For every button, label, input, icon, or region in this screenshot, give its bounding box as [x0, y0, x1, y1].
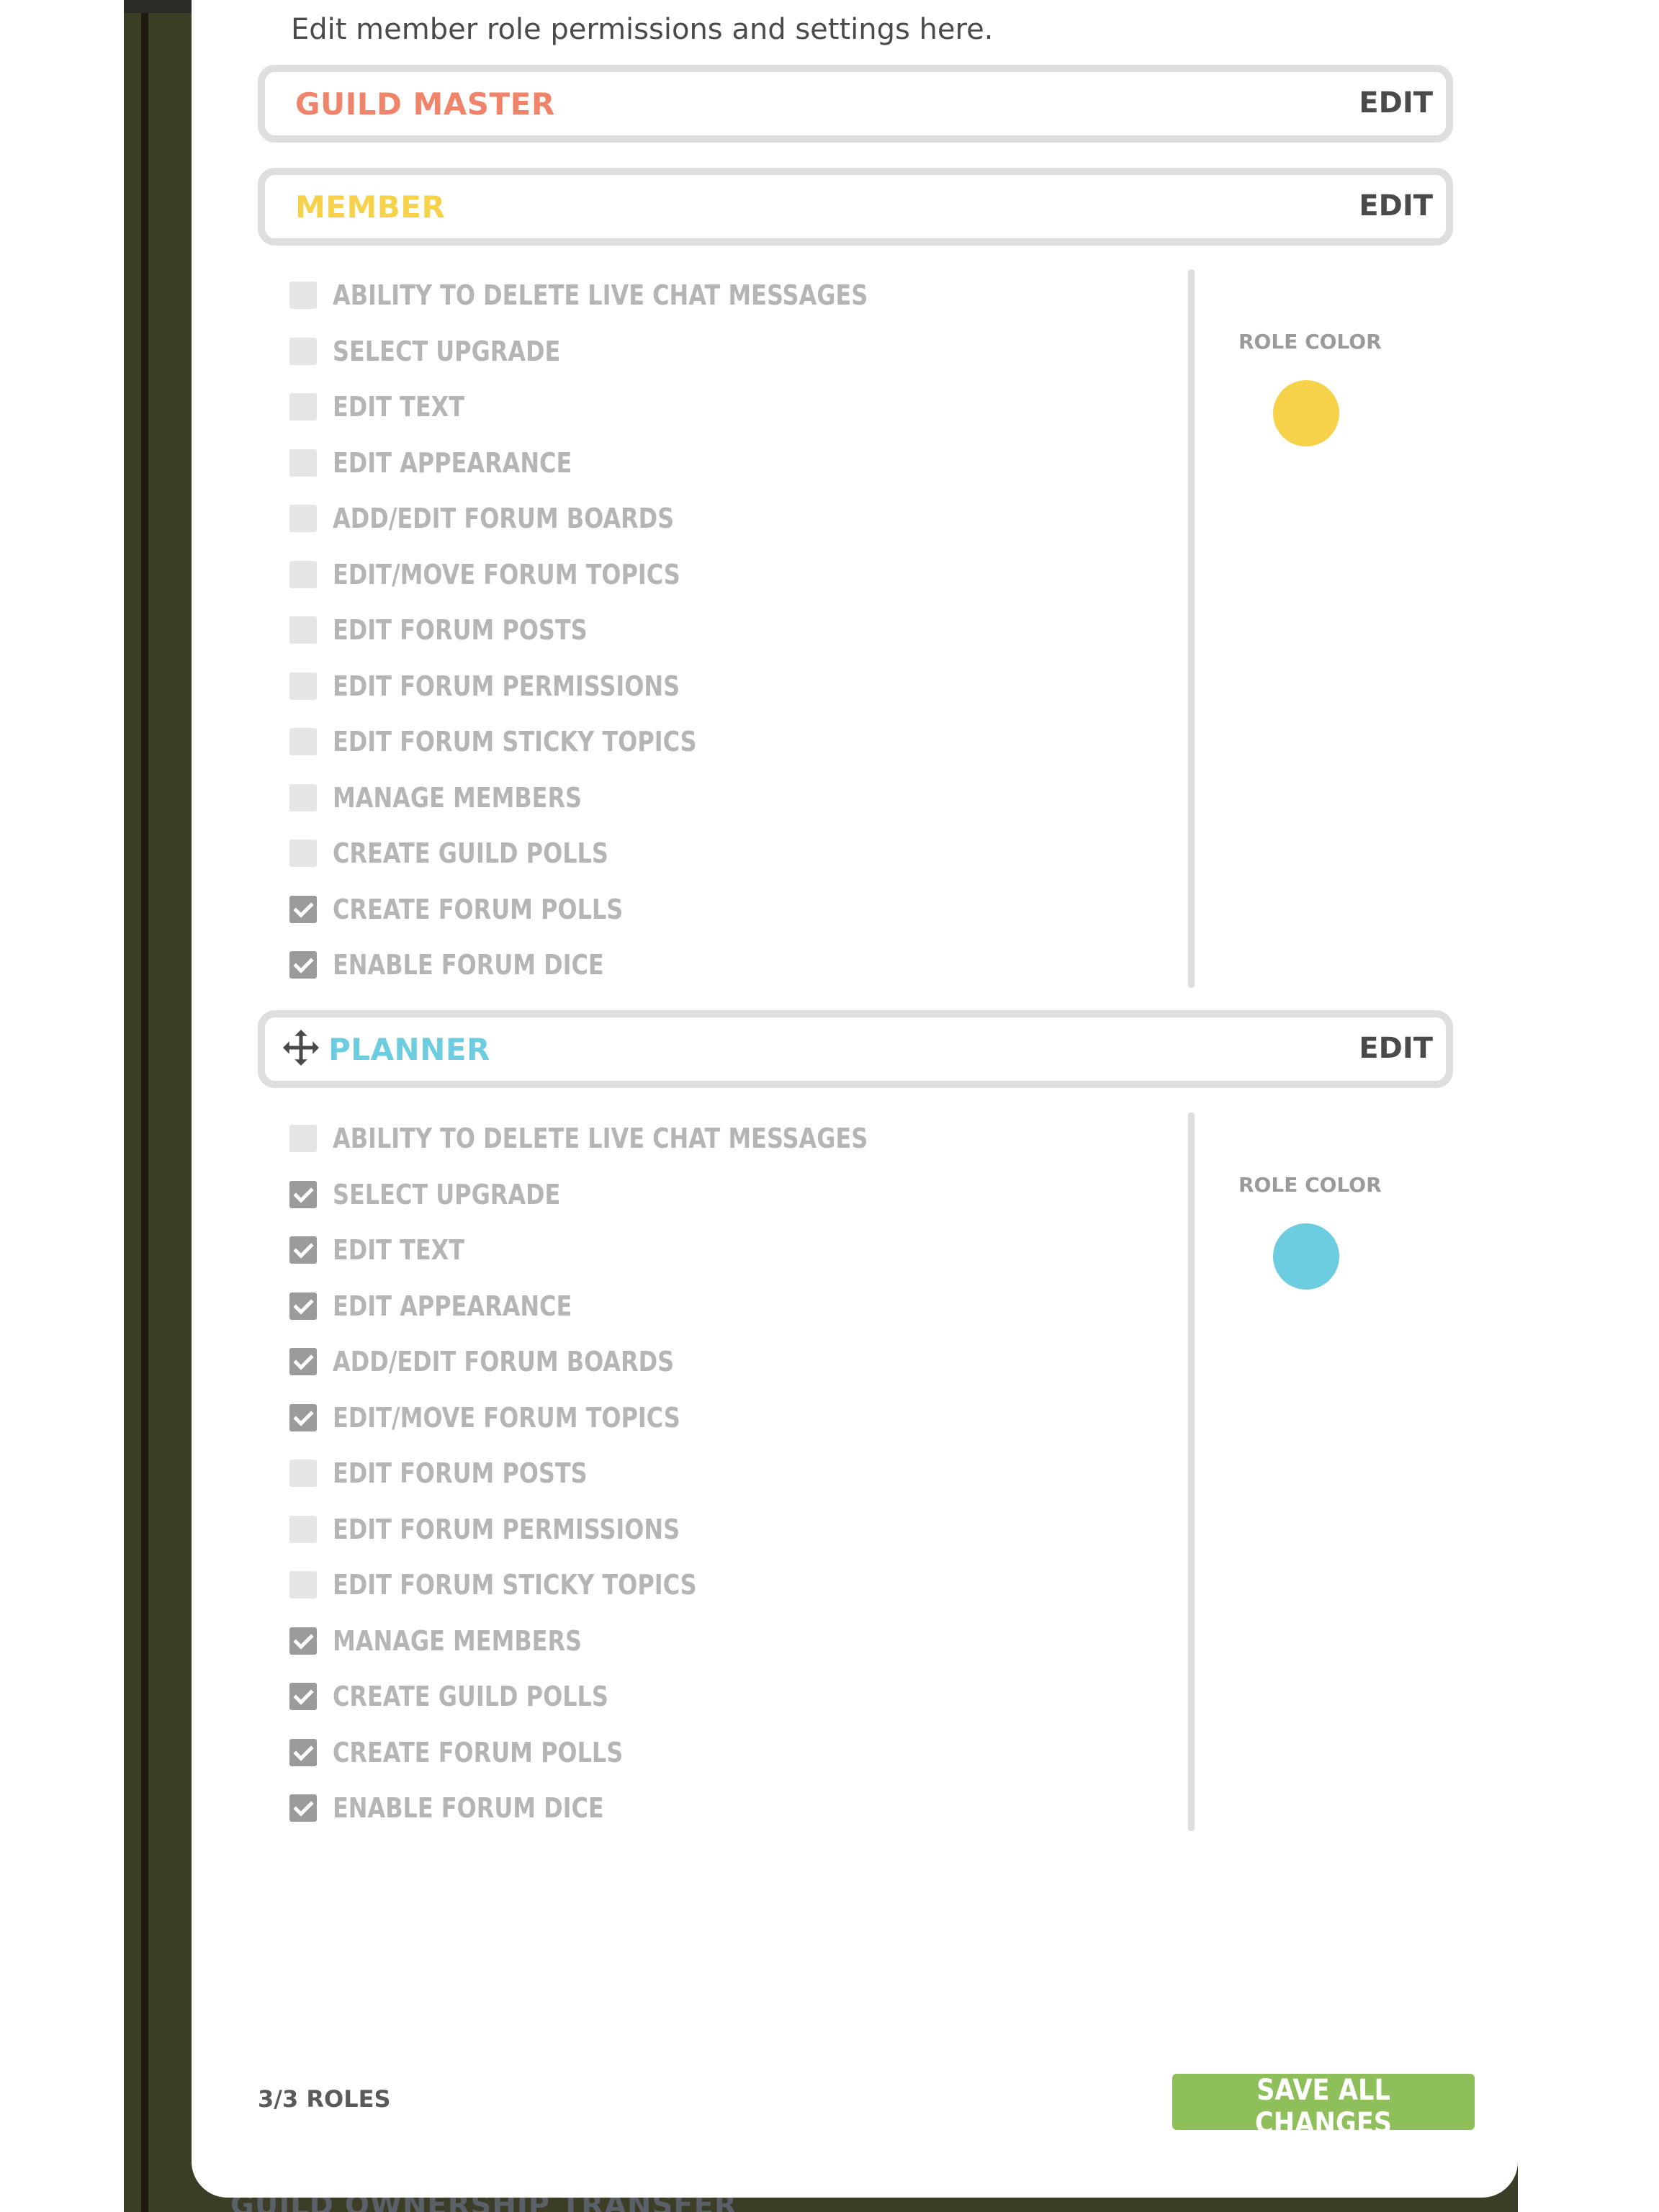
permission-checkbox[interactable] [289, 895, 317, 923]
permission-label: EDIT TEXT [333, 1234, 465, 1266]
permission-item[interactable]: ABILITY TO DELETE LIVE CHAT MESSAGES [289, 279, 970, 311]
permission-item[interactable]: ENABLE FORUM DICE [289, 1792, 656, 1824]
permission-label: ADD/EDIT FORUM BOARDS [333, 503, 675, 534]
permission-label: EDIT FORUM PERMISSIONS [333, 670, 680, 702]
role-color-label: ROLE COLOR [1238, 330, 1382, 354]
permission-item[interactable]: EDIT FORUM STICKY TOPICS [289, 1569, 766, 1601]
permission-item[interactable]: MANAGE MEMBERS [289, 782, 629, 814]
permission-label: SELECT UPGRADE [333, 335, 561, 367]
permission-checkbox[interactable] [289, 1627, 317, 1655]
permission-item[interactable]: CREATE FORUM POLLS [289, 894, 678, 925]
permission-label: ENABLE FORUM DICE [333, 1792, 604, 1824]
permission-checkbox[interactable] [289, 616, 317, 644]
permission-label: CREATE GUILD POLLS [333, 1681, 608, 1712]
permission-item[interactable]: EDIT TEXT [289, 1234, 490, 1266]
permission-label: MANAGE MEMBERS [333, 781, 583, 814]
permission-label: ABILITY TO DELETE LIVE CHAT MESSAGES [333, 279, 868, 311]
role-color-label: ROLE COLOR [1238, 1173, 1382, 1197]
edit-role-button[interactable]: EDIT [1359, 86, 1433, 120]
permission-label: EDIT APPEARANCE [333, 1290, 572, 1322]
permission-label: EDIT APPEARANCE [333, 446, 572, 479]
permission-checkbox[interactable] [289, 505, 317, 532]
role-bar-planner[interactable]: PLANNER EDIT [258, 1010, 1453, 1088]
permission-item[interactable]: CREATE GUILD POLLS [289, 837, 661, 869]
permission-item[interactable]: EDIT FORUM PERMISSIONS [289, 670, 746, 702]
role-name: PLANNER [328, 1032, 490, 1067]
permission-label: CREATE GUILD POLLS [333, 837, 608, 869]
permission-item[interactable]: ABILITY TO DELETE LIVE CHAT MESSAGES [289, 1123, 970, 1154]
permission-label: EDIT/MOVE FORUM TOPICS [333, 558, 680, 590]
permission-label: EDIT FORUM PERMISSIONS [333, 1513, 680, 1545]
permission-item[interactable]: SELECT UPGRADE [289, 336, 604, 367]
permission-label: EDIT FORUM STICKY TOPICS [333, 1569, 697, 1601]
permission-checkbox[interactable] [289, 1348, 317, 1375]
permission-label: ABILITY TO DELETE LIVE CHAT MESSAGES [333, 1123, 868, 1154]
permission-label: EDIT TEXT [333, 391, 465, 423]
permission-label: EDIT FORUM POSTS [333, 614, 588, 646]
permission-checkbox[interactable] [289, 1180, 317, 1208]
panel-divider [1188, 269, 1195, 988]
backdrop-stripe [141, 0, 148, 2212]
permission-item[interactable]: EDIT APPEARANCE [289, 1290, 618, 1322]
roles-count: 3/3 ROLES [258, 2085, 391, 2113]
modal-subtitle: Edit member role permissions and setting… [291, 13, 994, 46]
role-color-swatch[interactable] [1273, 1223, 1339, 1290]
permission-label: EDIT FORUM POSTS [333, 1457, 588, 1489]
save-all-changes-label: SAVE ALL CHANGES [1254, 2074, 1393, 2140]
panel-divider [1188, 1112, 1195, 1831]
permission-checkbox[interactable] [289, 1794, 317, 1822]
permission-label: MANAGE MEMBERS [333, 1624, 583, 1657]
edit-role-button[interactable]: EDIT [1359, 189, 1433, 222]
permission-checkbox[interactable] [289, 560, 317, 588]
permission-item[interactable]: SELECT UPGRADE [289, 1179, 604, 1210]
permission-checkbox[interactable] [289, 672, 317, 700]
permission-checkbox[interactable] [289, 1738, 317, 1766]
role-name: MEMBER [295, 189, 446, 225]
permission-item[interactable]: ENABLE FORUM DICE [289, 949, 656, 981]
permission-item[interactable]: ADD/EDIT FORUM BOARDS [289, 1346, 739, 1377]
permission-checkbox[interactable] [289, 951, 317, 979]
permission-item[interactable]: EDIT FORUM PERMISSIONS [289, 1514, 746, 1545]
permission-checkbox[interactable] [289, 1236, 317, 1264]
permission-item[interactable]: EDIT/MOVE FORUM TOPICS [289, 1402, 747, 1434]
role-color-swatch[interactable] [1273, 380, 1339, 446]
permission-item[interactable]: EDIT APPEARANCE [289, 447, 618, 479]
permission-item[interactable]: EDIT FORUM POSTS [289, 614, 636, 646]
permission-checkbox[interactable] [289, 783, 317, 811]
permission-checkbox[interactable] [289, 840, 317, 867]
permission-item[interactable]: EDIT TEXT [289, 391, 490, 423]
permission-checkbox[interactable] [289, 728, 317, 755]
permission-checkbox[interactable] [289, 1403, 317, 1431]
role-bar-guild-master[interactable]: GUILD MASTER EDIT [258, 65, 1453, 143]
permission-checkbox[interactable] [289, 1125, 317, 1152]
permission-checkbox[interactable] [289, 282, 317, 309]
role-bar-member[interactable]: MEMBER EDIT [258, 168, 1453, 246]
permission-checkbox[interactable] [289, 1571, 317, 1599]
permission-label: EDIT FORUM STICKY TOPICS [333, 726, 697, 757]
permission-checkbox[interactable] [289, 1683, 317, 1710]
permission-checkbox[interactable] [289, 337, 317, 365]
permission-label: ADD/EDIT FORUM BOARDS [333, 1346, 675, 1377]
permission-checkbox[interactable] [289, 1515, 317, 1543]
permission-checkbox[interactable] [289, 1292, 317, 1320]
permission-label: SELECT UPGRADE [333, 1178, 561, 1210]
permission-checkbox[interactable] [289, 1460, 317, 1487]
permission-item[interactable]: EDIT/MOVE FORUM TOPICS [289, 559, 747, 590]
save-all-changes-button[interactable]: SAVE ALL CHANGES [1172, 2074, 1475, 2140]
permission-item[interactable]: CREATE GUILD POLLS [289, 1681, 661, 1712]
permission-item[interactable]: EDIT FORUM STICKY TOPICS [289, 726, 766, 757]
edit-role-button[interactable]: EDIT [1359, 1032, 1433, 1065]
permission-label: EDIT/MOVE FORUM TOPICS [333, 1401, 680, 1434]
permission-item[interactable]: MANAGE MEMBERS [289, 1625, 629, 1657]
permission-label: CREATE FORUM POLLS [333, 893, 624, 925]
permission-checkbox[interactable] [289, 449, 317, 477]
permission-label: ENABLE FORUM DICE [333, 949, 604, 981]
permission-label: CREATE FORUM POLLS [333, 1736, 624, 1768]
permission-item[interactable]: CREATE FORUM POLLS [289, 1737, 678, 1768]
permission-item[interactable]: ADD/EDIT FORUM BOARDS [289, 503, 739, 534]
permission-checkbox[interactable] [289, 393, 317, 421]
drag-move-icon[interactable] [279, 1026, 323, 1069]
permission-item[interactable]: EDIT FORUM POSTS [289, 1457, 636, 1489]
role-name: GUILD MASTER [295, 86, 555, 122]
